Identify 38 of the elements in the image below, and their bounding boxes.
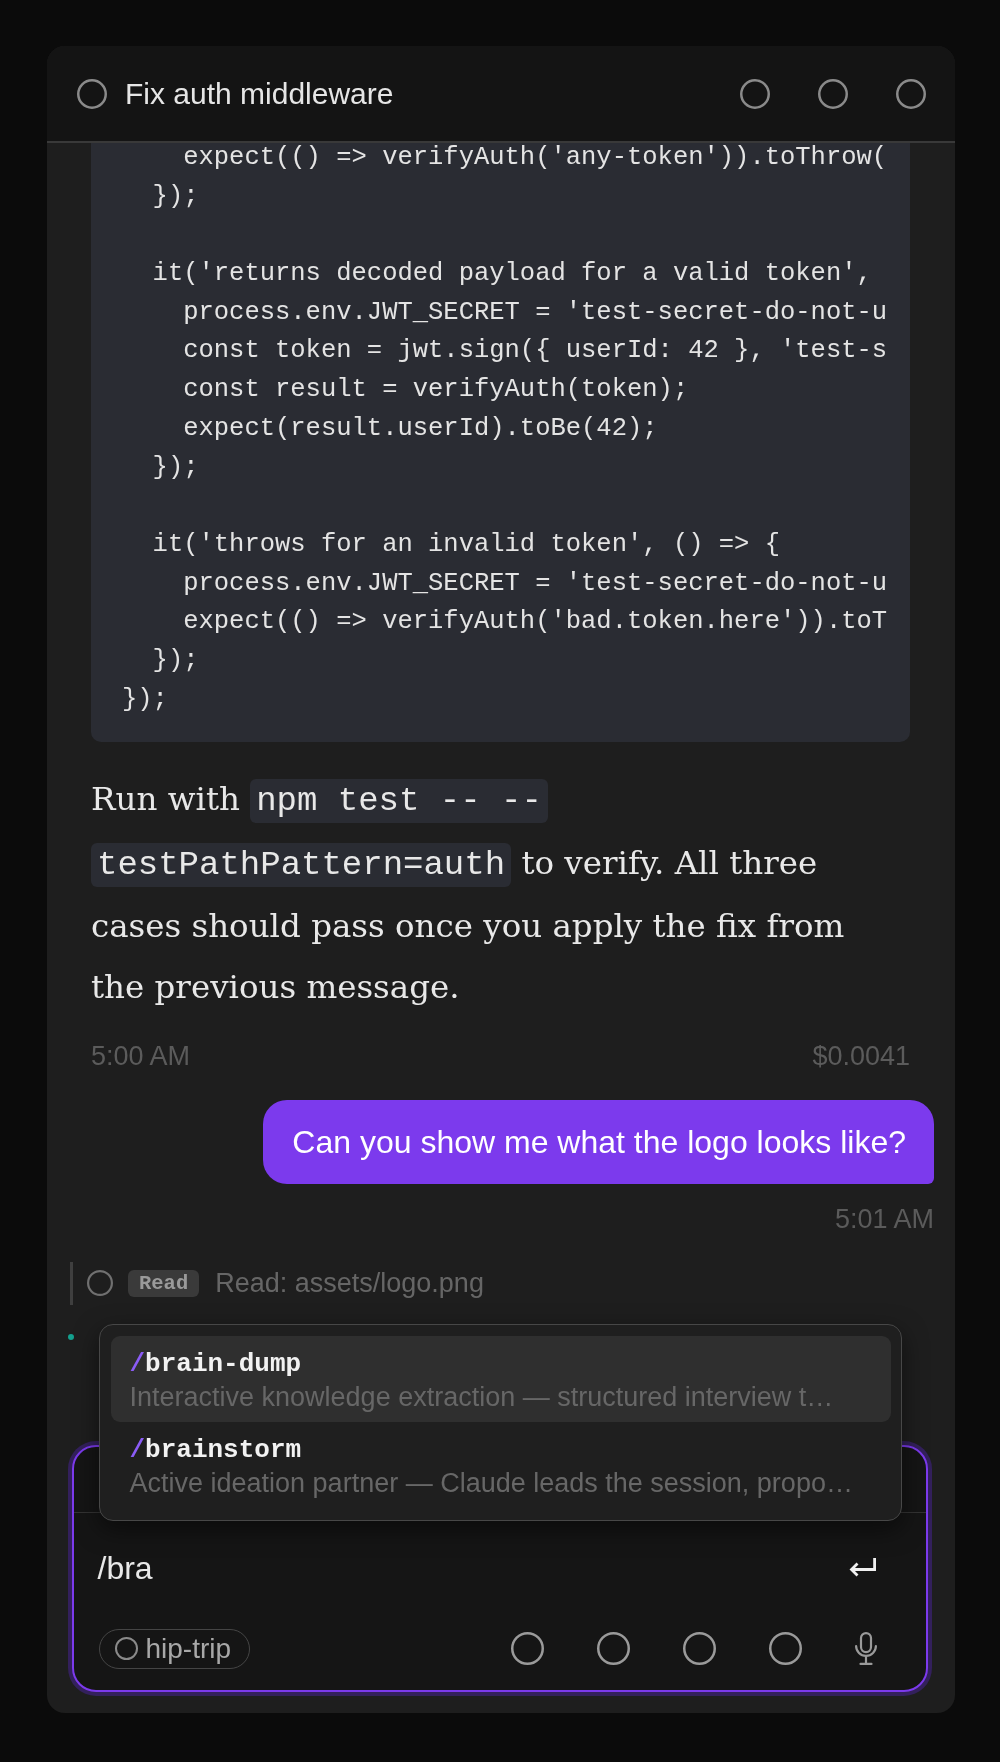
circle-icon[interactable] xyxy=(896,78,926,109)
circle-icon xyxy=(114,1637,138,1660)
code-line: it('returns decoded payload for a valid token', xyxy=(152,259,872,291)
code-line: expect(() => verifyAuth('bad.token.here')).toT xyxy=(183,607,888,639)
code-line: process.env.JWT_SECRET = 'test-secret-do-not-u xyxy=(183,568,888,600)
code-line: const token = jwt.sign({ userId: 42 }, 'test-s xyxy=(183,336,888,368)
code-line: expect(() => verifyAuth('any-token')).toThrow( xyxy=(183,143,888,174)
enter-icon[interactable] xyxy=(848,1557,876,1578)
code-line: }); xyxy=(152,452,199,484)
code-line: expect(result.userId).toBe(42); xyxy=(183,413,658,445)
user-message: Can you show me what the logo looks like? xyxy=(263,1099,934,1184)
circle-icon xyxy=(77,78,107,109)
message-field[interactable]: /bra xyxy=(97,1547,848,1588)
dot-icon xyxy=(68,1333,74,1340)
code-line: process.env.JWT_SECRET = 'test-secret-do-not-u xyxy=(183,297,888,329)
code-line: }); xyxy=(122,684,168,716)
code-line: }); xyxy=(152,181,199,213)
code-line: it('throws for an invalid token', () => { xyxy=(152,529,780,561)
circle-icon[interactable] xyxy=(769,1632,802,1665)
circle-icon[interactable] xyxy=(683,1632,716,1665)
tool-call-row[interactable]: Read Read: assets/logo.png xyxy=(70,1261,488,1305)
circle-icon[interactable] xyxy=(740,78,770,109)
microphone-icon[interactable] xyxy=(855,1632,877,1665)
circle-icon[interactable] xyxy=(511,1632,544,1665)
circle-icon[interactable] xyxy=(597,1632,630,1665)
tool-badge: Read xyxy=(128,1269,200,1297)
tool-label: Read: assets/logo.png xyxy=(215,1267,484,1299)
circle-icon[interactable] xyxy=(818,78,848,109)
message-time: 5:00 AM xyxy=(91,1039,191,1072)
circle-icon xyxy=(87,1270,113,1296)
message-text: Run with npm test -- --testPathPattern=auth to verify. All three cases should pass once you apply the fix from the previous message. xyxy=(91,778,846,1009)
message-cost: $0.0041 xyxy=(812,1039,910,1072)
message-time: 5:01 AM xyxy=(834,1202,934,1235)
command-option[interactable]: /brain-dump Interactive knowledge extraction — structured interview t… xyxy=(110,1335,891,1422)
window-title: Fix auth middleware xyxy=(125,76,394,111)
command-option[interactable]: /brainstorm Active ideation partner — Claude leads the session, propo… xyxy=(110,1421,891,1508)
code-line: const result = verifyAuth(token); xyxy=(183,375,689,407)
code-line: }); xyxy=(152,645,199,677)
